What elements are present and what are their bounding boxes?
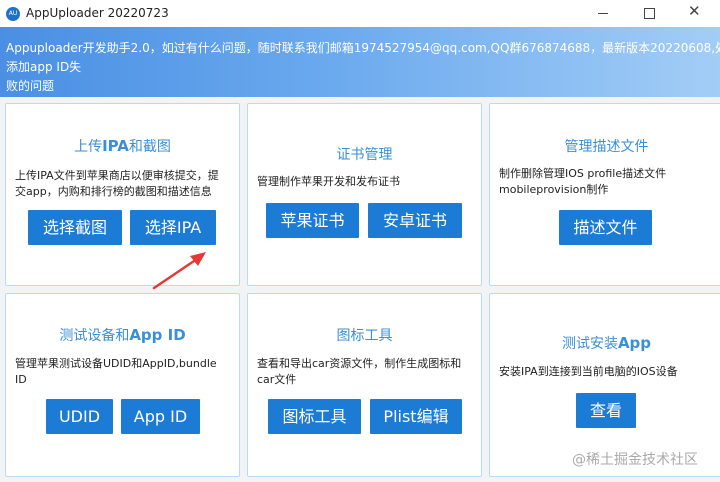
card-description: 制作删除管理IOS profile描述文件 mobileprovision制作	[499, 166, 666, 198]
app-logo-icon: AU	[6, 7, 20, 21]
card-description: 管理制作苹果开发和发布证书	[257, 174, 400, 190]
title-bold: App ID	[129, 326, 186, 344]
watermark: @稀土掘金技术社区	[572, 452, 698, 468]
card-title: 测试安装App	[490, 333, 720, 353]
card-title: 管理描述文件	[564, 139, 649, 155]
minimize-icon	[598, 13, 608, 14]
annotation-arrow-icon	[152, 252, 206, 290]
icon-tools-card: 图标工具 查看和导出car资源文件，制作生成图标和 car文件 图标工具 Pli…	[247, 293, 482, 477]
app-id-button[interactable]: App ID	[121, 399, 200, 434]
banner-text: Appuploader开发助手2.0，如过有什么问题，随时联系我们邮箱19745…	[6, 39, 720, 96]
maximize-button[interactable]	[626, 0, 672, 27]
plist-editor-button[interactable]: Plist编辑	[370, 399, 462, 434]
desc-line-1: 查看和导出car资源文件，制作生成图标和	[257, 357, 462, 370]
desc-line-1: 上传IPA文件到苹果商店以便审核提交，提	[15, 169, 219, 182]
android-certificate-button[interactable]: 安卓证书	[368, 203, 462, 238]
title-suffix: 和截图	[128, 139, 171, 155]
title-prefix: 测试安装	[561, 336, 618, 352]
icon-tool-button[interactable]: 图标工具	[268, 399, 361, 434]
info-banner: Appuploader开发助手2.0，如过有什么问题，随时联系我们邮箱19745…	[0, 27, 720, 97]
banner-line-2: 败的问题	[6, 79, 55, 93]
desc-line-2: 交app，内购和排行榜的截图和描述信息	[15, 185, 212, 198]
card-description: 管理苹果测试设备UDID和AppID,bundle ID	[15, 356, 217, 388]
title-bar: AU AppUploader 20220723 ✕	[0, 0, 720, 28]
card-title: 测试设备和App ID	[6, 325, 239, 345]
close-icon: ✕	[688, 2, 701, 20]
minimize-button[interactable]	[580, 0, 626, 27]
select-ipa-button[interactable]: 选择IPA	[130, 210, 216, 245]
profile-button[interactable]: 描述文件	[559, 210, 652, 245]
desc-line-1: 管理制作苹果开发和发布证书	[257, 175, 400, 188]
title-bold: App	[617, 334, 652, 352]
view-button[interactable]: 查看	[576, 393, 636, 428]
card-title: 图标工具	[336, 328, 393, 344]
title-bold: IPA	[102, 137, 129, 155]
maximize-icon	[644, 8, 655, 19]
desc-line-1: 管理苹果测试设备UDID和AppID,bundle	[15, 357, 217, 370]
desc-line-2: mobileprovision制作	[499, 183, 609, 196]
desc-line-1: 安装IPA到连接到当前电脑的IOS设备	[499, 365, 678, 378]
card-title: 证书管理	[336, 147, 393, 163]
window-title: AppUploader 20220723	[26, 6, 169, 20]
desc-line-2: ID	[15, 373, 27, 386]
banner-line-1: Appuploader开发助手2.0，如过有什么问题，随时联系我们邮箱19745…	[6, 41, 720, 74]
card-description: 查看和导出car资源文件，制作生成图标和 car文件	[257, 356, 461, 388]
title-prefix: 上传	[74, 139, 103, 155]
title-prefix: 测试设备和	[59, 328, 130, 344]
certificate-card: 证书管理 管理制作苹果开发和发布证书 苹果证书 安卓证书	[247, 103, 482, 286]
desc-line-1: 制作删除管理IOS profile描述文件	[499, 167, 667, 180]
profile-card: 管理描述文件 制作删除管理IOS profile描述文件 mobileprovi…	[489, 103, 720, 286]
devices-card: 测试设备和App ID 管理苹果测试设备UDID和AppID,bundle ID…	[5, 293, 240, 477]
close-button[interactable]: ✕	[672, 0, 718, 27]
select-screenshot-button[interactable]: 选择截图	[28, 210, 122, 245]
card-description: 上传IPA文件到苹果商店以便审核提交，提 交app，内购和排行榜的截图和描述信息	[15, 168, 219, 200]
desc-line-2: car文件	[257, 373, 297, 386]
udid-button[interactable]: UDID	[46, 399, 113, 434]
apple-certificate-button[interactable]: 苹果证书	[266, 203, 359, 238]
card-description: 安装IPA到连接到当前电脑的IOS设备	[499, 364, 678, 380]
card-title: 上传IPA和截图	[6, 136, 239, 156]
